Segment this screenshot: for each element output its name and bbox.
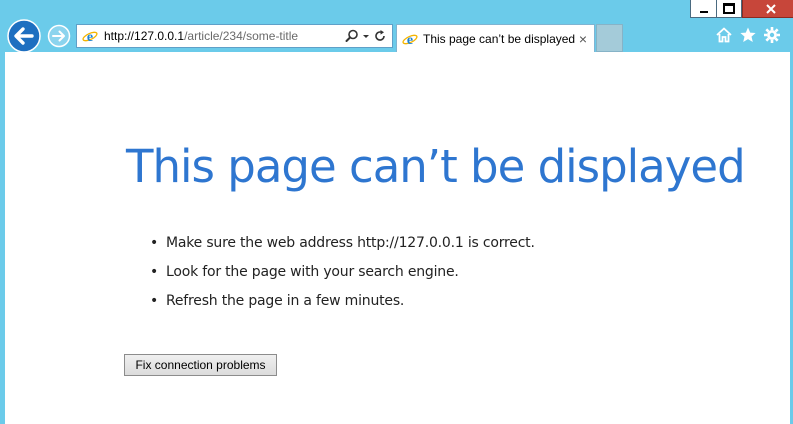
- tip-item: Make sure the web address http://127.0.0…: [150, 235, 535, 264]
- refresh-icon[interactable]: [373, 29, 387, 43]
- svg-text:e: e: [407, 33, 413, 47]
- maximize-icon: [723, 3, 735, 14]
- tips-list: Make sure the web address http://127.0.0…: [150, 235, 535, 322]
- browser-tools: [715, 26, 781, 44]
- chevron-down-icon[interactable]: [361, 29, 371, 43]
- svg-text:e: e: [87, 30, 93, 44]
- forward-arrow-icon: [47, 24, 71, 48]
- settings-button[interactable]: [763, 26, 781, 44]
- ie-page-icon: e: [82, 30, 98, 44]
- fix-connection-problems-button[interactable]: Fix connection problems: [124, 354, 277, 376]
- favorites-star-icon: [740, 27, 756, 42]
- page-content: This page can’t be displayed Make sure t…: [5, 52, 790, 424]
- tab-active[interactable]: e This page can’t be displayed ×: [396, 24, 595, 52]
- page-title: This page can’t be displayed: [126, 140, 746, 193]
- tip-item: Refresh the page in a few minutes.: [150, 293, 535, 322]
- close-icon: [766, 3, 776, 14]
- tab-label: This page can’t be displayed: [423, 31, 576, 46]
- maximize-button[interactable]: [716, 0, 742, 18]
- favorites-button[interactable]: [739, 26, 757, 44]
- new-tab-button[interactable]: [596, 24, 623, 52]
- home-button[interactable]: [715, 26, 733, 44]
- search-icon[interactable]: [345, 29, 359, 43]
- tab-close-icon[interactable]: ×: [579, 32, 587, 46]
- back-arrow-icon: [7, 19, 41, 53]
- close-window-button[interactable]: [742, 0, 793, 18]
- tip-item: Look for the page with your search engin…: [150, 264, 535, 293]
- minimize-icon: [699, 10, 708, 13]
- gear-icon: [764, 27, 780, 43]
- address-bar[interactable]: e http://127.0.0.1/article/234/some-titl…: [76, 24, 393, 48]
- address-path: /article/234/some-title: [184, 29, 299, 43]
- tab-ie-icon: e: [402, 33, 418, 47]
- minimize-button[interactable]: [690, 0, 716, 18]
- address-tools: [345, 29, 387, 43]
- home-icon: [716, 27, 732, 43]
- forward-button[interactable]: [47, 24, 71, 48]
- address-text[interactable]: http://127.0.0.1/article/234/some-title: [104, 29, 345, 43]
- window-caption-buttons: [690, 0, 793, 18]
- address-host: http://127.0.0.1: [104, 29, 185, 43]
- back-button[interactable]: [7, 19, 41, 53]
